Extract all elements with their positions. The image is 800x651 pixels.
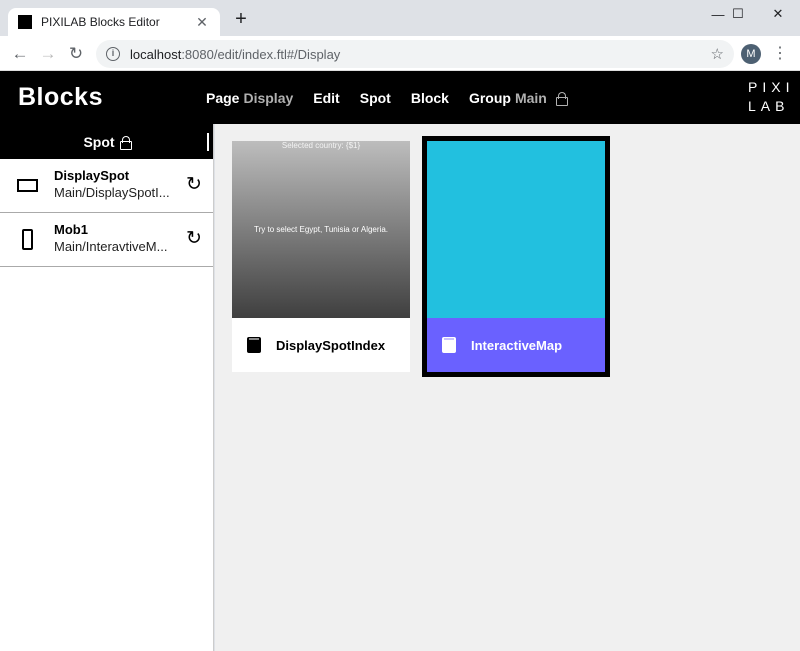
reload-spot-icon[interactable]: ↻ <box>184 173 204 196</box>
tab-title: PIXILAB Blocks Editor <box>41 15 160 29</box>
blocks-logo: Blocks <box>18 83 103 111</box>
block-name: InteractiveMap <box>471 337 563 353</box>
menu-spot[interactable]: Spot <box>360 90 391 106</box>
block-name: DisplaySpotIndex <box>276 337 386 353</box>
new-tab-button[interactable]: + <box>231 9 251 29</box>
spot-name: DisplaySpot <box>54 168 130 183</box>
block-preview: Selected country: {$1} Try to select Egy… <box>232 141 410 318</box>
preview-hint-text: Try to select Egypt, Tunisia or Algeria. <box>254 225 388 234</box>
app-header: Blocks Page Display Edit Spot Block Grou… <box>0 71 800 124</box>
browser-tab[interactable]: PIXILAB Blocks Editor ✕ <box>8 8 220 36</box>
spot-item-mob1[interactable]: Mob1 Main/InteravtiveM... ↻ <box>0 213 213 267</box>
display-icon <box>17 179 38 192</box>
block-card-interactivemap[interactable]: InteractiveMap <box>422 136 610 377</box>
blocks-area: Selected country: {$1} Try to select Egy… <box>215 124 800 651</box>
block-card-footer: DisplaySpotIndex <box>232 318 410 372</box>
menu-group-value: Main <box>514 89 547 106</box>
url-path: :8080/edit/index.ftl#/Display <box>181 46 341 62</box>
sidebar-title: Spot <box>83 133 115 150</box>
info-icon[interactable]: i <box>106 47 120 61</box>
brand-line1: PIXI <box>748 79 795 95</box>
menu-edit-label: Edit <box>313 89 340 106</box>
block-preview <box>427 141 605 318</box>
menu-block[interactable]: Block <box>411 90 449 106</box>
menu-edit[interactable]: Edit <box>313 90 339 106</box>
block-icon <box>442 337 456 353</box>
menu-group[interactable]: Group Main <box>468 89 568 106</box>
menu-page-label: Page <box>206 89 240 106</box>
menu-spot-label: Spot <box>359 89 391 106</box>
spot-name: Mob1 <box>54 222 88 237</box>
group-lock-icon[interactable] <box>555 91 568 106</box>
spot-lock-icon[interactable] <box>119 135 132 150</box>
spot-path: Main/DisplaySpotI... <box>54 185 170 200</box>
spot-sidebar: Spot DisplaySpot Main/DisplaySpotI... ↻ … <box>0 124 214 651</box>
block-card-displayspotindex[interactable]: Selected country: {$1} Try to select Egy… <box>232 141 410 372</box>
spot-item-displayspot[interactable]: DisplaySpot Main/DisplaySpotI... ↻ <box>0 159 213 213</box>
profile-avatar[interactable]: M <box>741 44 761 64</box>
menu-page-value: Display <box>243 89 294 106</box>
reload-icon[interactable]: ↻ <box>65 43 87 65</box>
tab-close-icon[interactable]: ✕ <box>194 14 210 31</box>
preview-selected-text: Selected country: {$1} <box>281 141 361 150</box>
maximize-button[interactable]: ☐ <box>718 0 758 28</box>
sidebar-resize-handle[interactable] <box>207 133 209 151</box>
bookmark-star-icon[interactable]: ☆ <box>711 45 724 63</box>
spot-path: Main/InteravtiveM... <box>54 239 168 254</box>
url-text[interactable]: localhost:8080/edit/index.ftl#/Display <box>130 47 711 62</box>
url-host: localhost <box>130 46 182 62</box>
brand-line2: LAB <box>748 98 790 114</box>
menu-group-label: Group <box>468 89 511 106</box>
block-icon <box>247 337 261 353</box>
address-bar[interactable]: i localhost:8080/edit/index.ftl#/Display… <box>96 40 734 68</box>
pixilab-brand: PIXI LAB <box>748 78 790 116</box>
browser-toolbar: ← → ↻ i localhost:8080/edit/index.ftl#/D… <box>0 36 800 71</box>
mobile-icon <box>22 229 33 250</box>
reload-spot-icon[interactable]: ↻ <box>184 227 204 250</box>
favicon-icon <box>18 15 32 29</box>
menu-block-label: Block <box>410 89 449 106</box>
close-window-button[interactable]: ✕ <box>758 0 798 28</box>
sidebar-header: Spot <box>0 124 213 159</box>
back-arrow-icon[interactable]: ← <box>9 43 31 65</box>
browser-menu-icon[interactable]: ⋮ <box>772 44 788 64</box>
menu-page[interactable]: Page Display <box>206 90 293 106</box>
browser-titlebar: PIXILAB Blocks Editor ✕ + — ☐ ✕ <box>0 0 800 36</box>
forward-arrow-icon[interactable]: → <box>37 43 59 65</box>
block-card-footer: InteractiveMap <box>427 318 605 372</box>
main-menu: Page Display Edit Spot Block Group Main <box>206 71 568 124</box>
